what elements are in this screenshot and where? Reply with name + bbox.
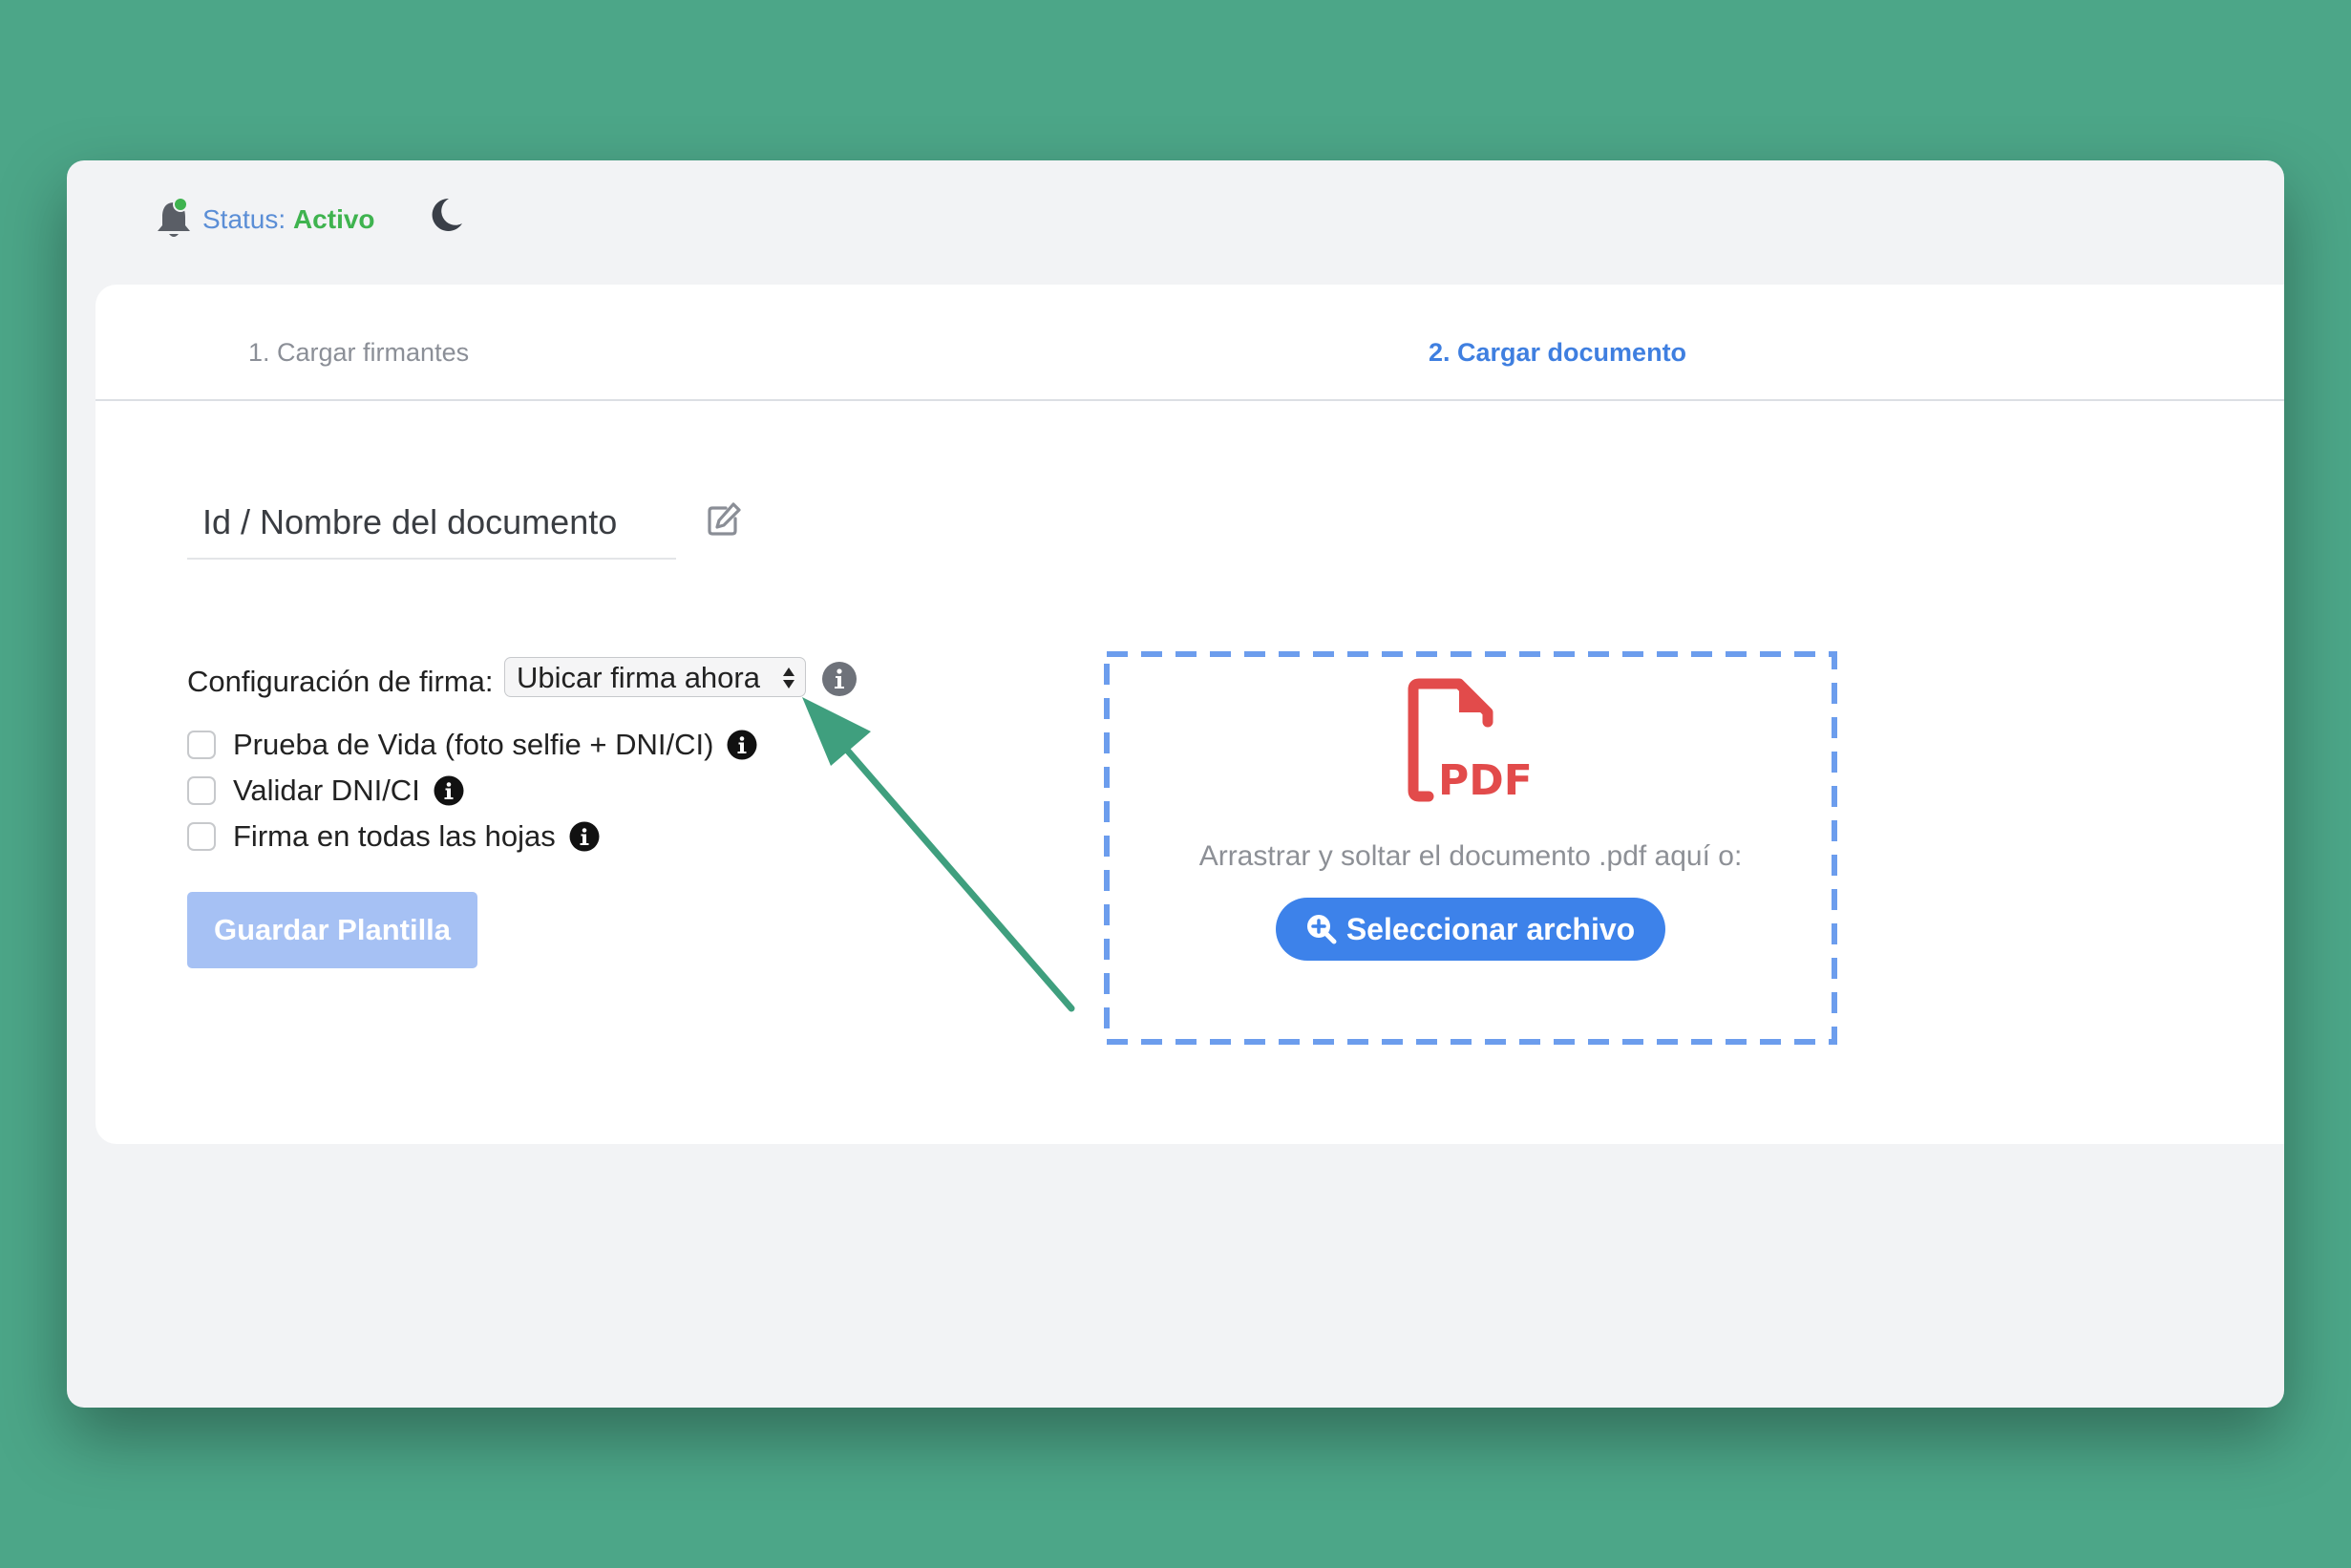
edit-icon[interactable] <box>705 500 743 539</box>
option-label: Firma en todas las hojas <box>233 819 556 853</box>
checkbox[interactable] <box>187 822 216 851</box>
option-firma-todas-hojas[interactable]: Firma en todas las hojas <box>187 817 600 856</box>
main-card: 1. Cargar firmantes 2. Cargar documento … <box>95 285 2284 1144</box>
stepper-tabs: 1. Cargar firmantes 2. Cargar documento <box>95 285 2284 401</box>
pdf-file-icon: PDF <box>1408 678 1533 805</box>
info-icon[interactable] <box>434 775 464 806</box>
bell-icon[interactable] <box>155 197 193 243</box>
select-file-label: Seleccionar archivo <box>1345 911 1636 946</box>
option-validar-dni[interactable]: Validar DNI/CI <box>187 772 464 810</box>
zoom-in-icon <box>1306 915 1337 944</box>
info-icon[interactable] <box>727 730 757 760</box>
status-indicator: Status: Activo <box>202 204 375 235</box>
option-label: Validar DNI/CI <box>233 773 420 807</box>
status-value: Activo <box>292 204 375 234</box>
select-arrows-icon <box>783 667 794 689</box>
save-template-button[interactable]: Guardar Plantilla <box>187 892 477 968</box>
checkbox[interactable] <box>187 731 216 759</box>
svg-text:PDF: PDF <box>1438 756 1533 805</box>
option-prueba-de-vida[interactable]: Prueba de Vida (foto selfie + DNI/CI) <box>187 726 757 764</box>
status-label: Status: <box>202 204 286 234</box>
pdf-dropzone[interactable]: PDF Arrastrar y soltar el documento .pdf… <box>1104 651 1837 1045</box>
tab-cargar-firmantes[interactable]: 1. Cargar firmantes <box>248 338 469 368</box>
checkbox[interactable] <box>187 776 216 805</box>
annotation-arrow <box>802 697 1075 1012</box>
dropzone-instructions: Arrastrar y soltar el documento .pdf aqu… <box>1198 840 1743 872</box>
moon-icon[interactable] <box>426 195 466 235</box>
app-window: Status: Activo 1. Cargar firmantes 2. Ca… <box>67 160 2284 1408</box>
info-icon[interactable] <box>569 821 600 852</box>
signature-config-select[interactable]: Ubicar firma ahora <box>504 657 806 697</box>
info-icon[interactable] <box>821 661 858 697</box>
signature-config-label: Configuración de firma: <box>187 665 494 698</box>
option-label: Prueba de Vida (foto selfie + DNI/CI) <box>233 728 714 761</box>
select-file-button[interactable]: Seleccionar archivo <box>1276 898 1665 961</box>
signature-config-selected: Ubicar firma ahora <box>517 661 760 694</box>
document-name-input[interactable] <box>187 487 676 560</box>
tab-cargar-documento[interactable]: 2. Cargar documento <box>1429 338 1686 368</box>
